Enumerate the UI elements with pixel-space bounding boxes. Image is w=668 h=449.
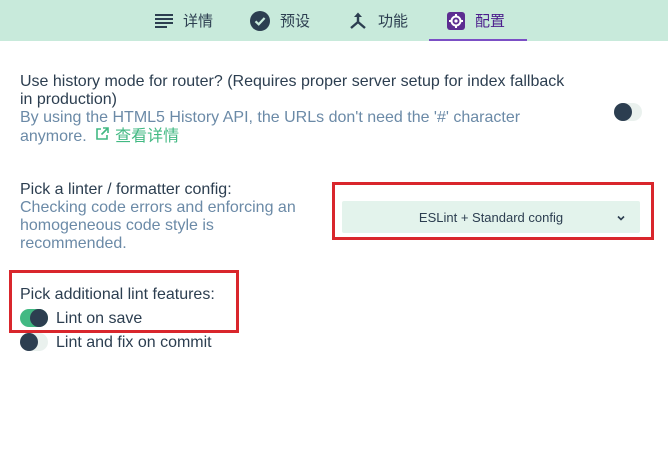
linter-description: Checking code errors and enforcing an ho… (20, 199, 296, 252)
linter-section: Pick a linter / formatter config: Checki… (20, 181, 320, 253)
tab-config-label: 配置 (475, 13, 506, 30)
history-mode-description: By using the HTML5 History API, the URLs… (20, 109, 580, 146)
tab-features-label: 功能 (378, 13, 409, 30)
lint-fix-on-commit-toggle[interactable] (20, 333, 48, 351)
history-mode-question: Use history mode for router? (Requires p… (20, 73, 565, 108)
history-mode-more-link-label: 查看详情 (115, 127, 180, 145)
tab-details[interactable]: 详情 (155, 0, 213, 41)
toggle-knob (30, 309, 48, 327)
tab-presets[interactable]: 预设 (250, 0, 310, 41)
check-circle-icon (250, 10, 270, 31)
chevron-down-icon (616, 211, 626, 226)
linter-config-select[interactable]: ESLint + Standard config (342, 201, 640, 233)
tab-presets-label: 预设 (280, 13, 311, 30)
lint-fix-on-commit-label: Lint and fix on commit (56, 334, 212, 351)
history-mode-toggle[interactable] (614, 103, 642, 121)
external-link-icon (95, 127, 109, 146)
top-nav-bar: 详情 预设 功能 配置 (0, 0, 668, 41)
config-gear-icon (447, 11, 465, 30)
lint-on-save-label: Lint on save (56, 310, 143, 327)
toggle-knob (20, 333, 38, 351)
history-mode-section: Use history mode for router? (Requires p… (20, 73, 580, 146)
lint-on-save-toggle[interactable] (20, 309, 48, 327)
tab-features[interactable]: 功能 (348, 0, 408, 41)
details-list-icon (155, 13, 173, 29)
history-mode-more-link[interactable]: 查看详情 (95, 127, 179, 146)
features-fork-icon (348, 11, 368, 31)
tab-details-label: 详情 (183, 13, 214, 30)
lint-features-question: Pick additional lint features: (20, 286, 215, 303)
tab-config[interactable]: 配置 (429, 0, 527, 41)
toggle-knob (614, 103, 632, 121)
linter-question: Pick a linter / formatter config: (20, 181, 232, 198)
linter-config-select-value: ESLint + Standard config (418, 209, 564, 225)
